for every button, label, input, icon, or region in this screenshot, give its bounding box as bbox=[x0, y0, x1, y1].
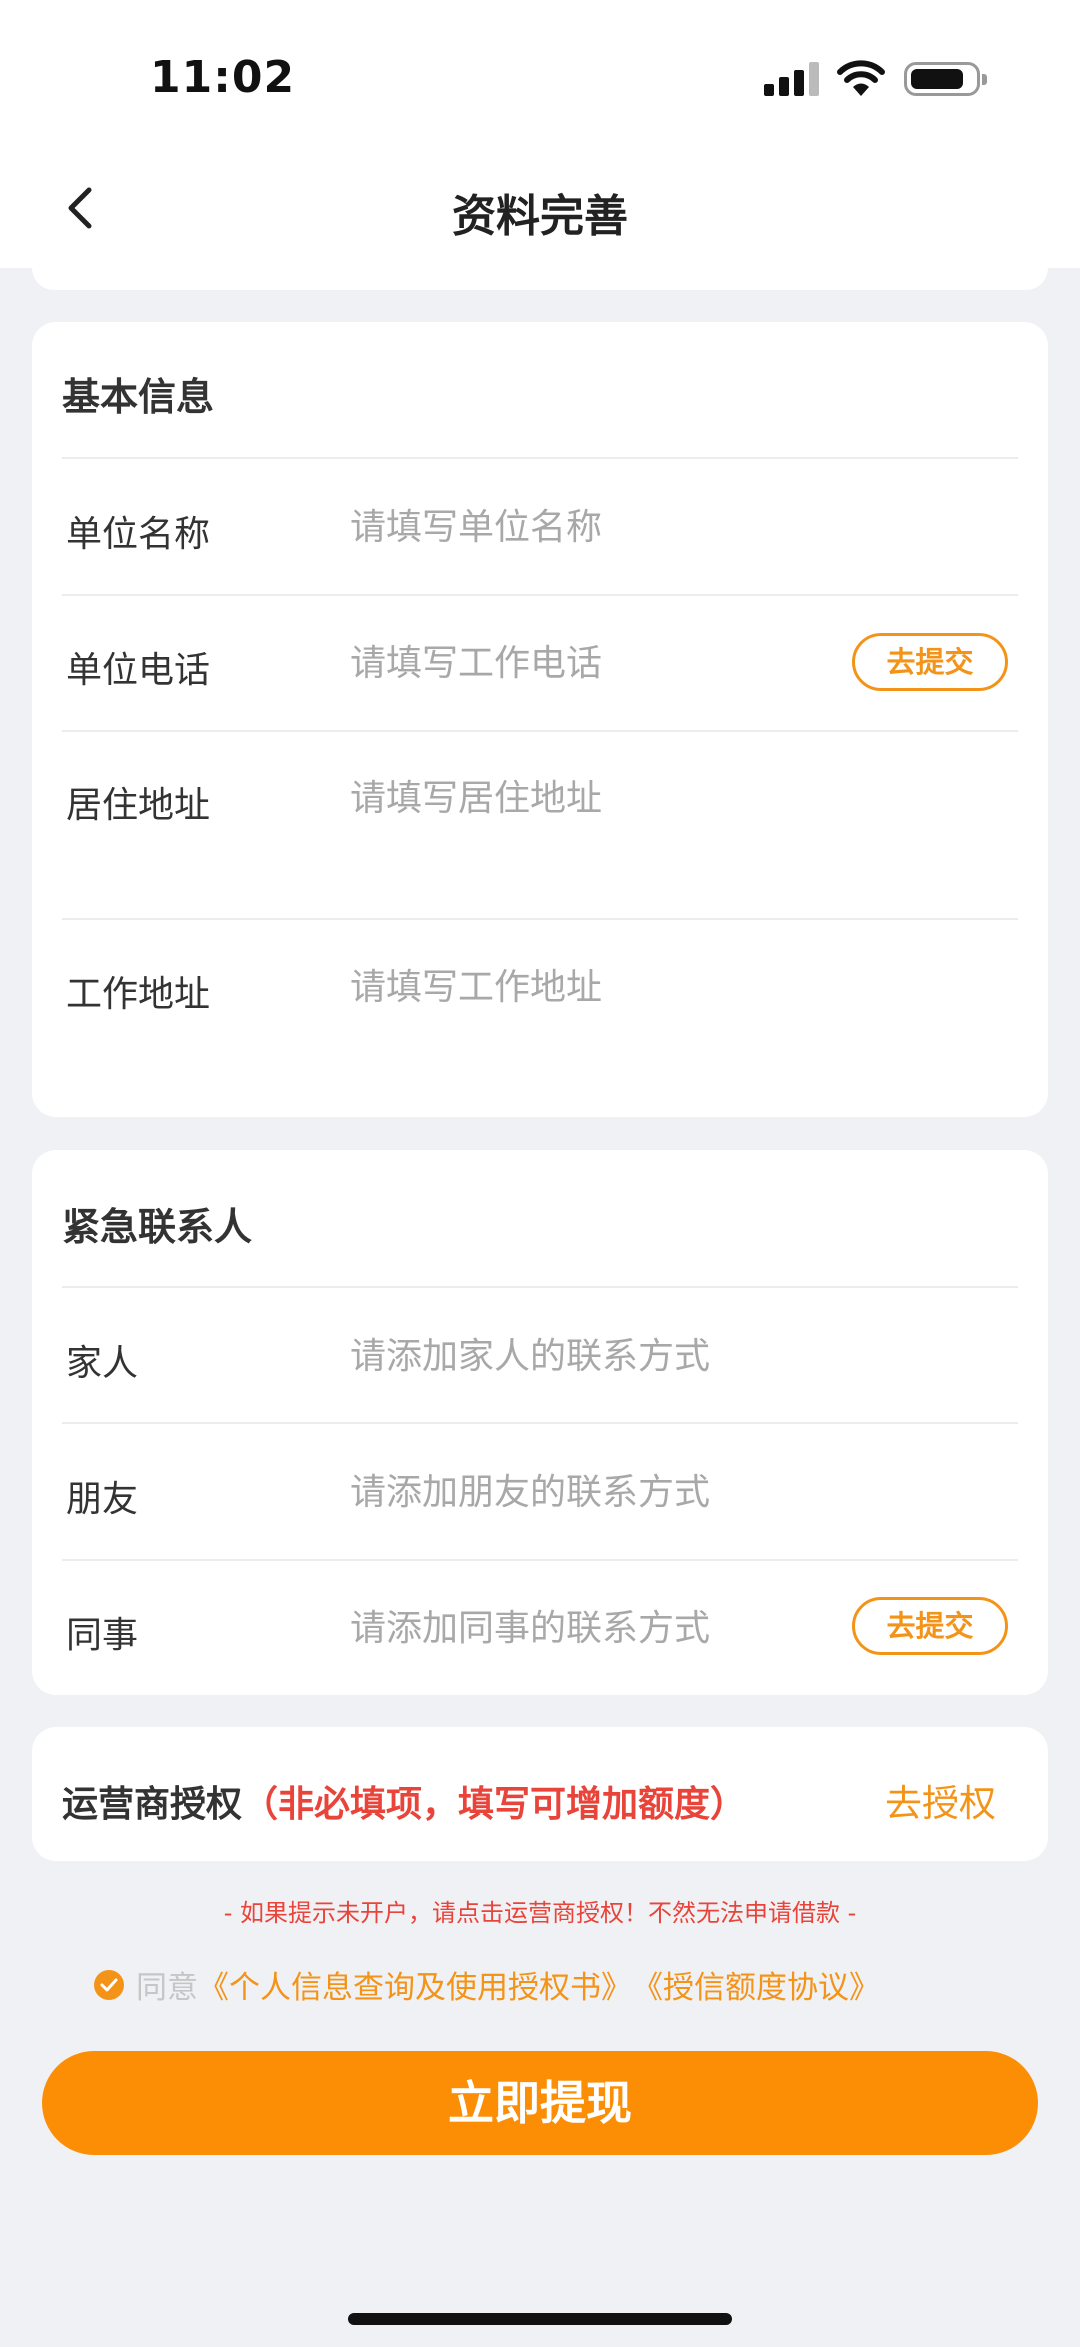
privacy-authorization-link[interactable]: 《个人信息查询及使用授权书》 bbox=[198, 1962, 632, 2007]
carrier-auth-label: 运营商授权 bbox=[62, 1784, 243, 1825]
nav-bar: 资料完善 bbox=[0, 150, 1080, 268]
home-address-input[interactable] bbox=[350, 776, 830, 820]
divider bbox=[62, 457, 1018, 459]
wifi-icon bbox=[837, 60, 885, 96]
status-bar: 11:02 bbox=[0, 0, 1080, 150]
status-time: 11:02 bbox=[150, 52, 296, 103]
family-contact-label: 家人 bbox=[66, 1343, 139, 1384]
carrier-auth-note: （非必填项，填写可增加额度） bbox=[242, 1784, 747, 1825]
company-phone-input[interactable] bbox=[350, 641, 830, 685]
colleague-contact-input[interactable] bbox=[350, 1606, 830, 1650]
home-indicator bbox=[348, 2313, 732, 2325]
divider bbox=[62, 730, 1018, 732]
cellular-signal-icon bbox=[764, 62, 822, 96]
divider bbox=[62, 1286, 1018, 1288]
warning-notice: - 如果提示未开户，请点击运营商授权！不然无法申请借款 - bbox=[223, 1899, 857, 1927]
basic-info-card: 基本信息 单位名称 单位电话 去提交 居住地址 工作地址 bbox=[32, 322, 1048, 1117]
agreement-checkbox[interactable] bbox=[94, 1969, 124, 2000]
carrier-auth-title: 运营商授权（非必填项，填写可增加额度） bbox=[62, 1775, 746, 1827]
divider bbox=[62, 594, 1018, 596]
battery-icon bbox=[904, 62, 987, 96]
divider bbox=[62, 1422, 1018, 1424]
authorize-carrier-link[interactable]: 去授权 bbox=[885, 1773, 996, 1827]
carrier-auth-card[interactable]: 运营商授权（非必填项，填写可增加额度） 去授权 bbox=[32, 1727, 1048, 1861]
header-card-edge bbox=[32, 268, 1048, 290]
agreement-row: 同意 《个人信息查询及使用授权书》 《授信额度协议》 bbox=[94, 1962, 880, 2007]
withdraw-now-button[interactable]: 立即提现 bbox=[42, 2051, 1038, 2155]
divider bbox=[62, 918, 1018, 920]
submit-company-phone-button[interactable]: 去提交 bbox=[852, 633, 1008, 691]
colleague-contact-label: 同事 bbox=[66, 1615, 139, 1656]
agreement-prefix: 同意 bbox=[136, 1970, 198, 2006]
emergency-contacts-title: 紧急联系人 bbox=[62, 1205, 253, 1249]
friend-contact-input[interactable] bbox=[350, 1470, 830, 1514]
company-name-input[interactable] bbox=[350, 505, 830, 549]
checkmark-icon bbox=[100, 1978, 118, 1991]
family-contact-input[interactable] bbox=[350, 1334, 830, 1378]
work-address-label: 工作地址 bbox=[66, 974, 211, 1015]
friend-contact-label: 朋友 bbox=[66, 1479, 139, 1520]
basic-info-title: 基本信息 bbox=[62, 375, 215, 419]
company-phone-label: 单位电话 bbox=[66, 650, 211, 691]
work-address-input[interactable] bbox=[350, 965, 830, 1009]
divider bbox=[62, 1559, 1018, 1561]
company-name-label: 单位名称 bbox=[66, 514, 211, 555]
home-address-label: 居住地址 bbox=[66, 785, 211, 826]
page-title: 资料完善 bbox=[452, 191, 628, 242]
submit-colleague-contact-button[interactable]: 去提交 bbox=[852, 1597, 1008, 1655]
credit-agreement-link[interactable]: 《授信额度协议》 bbox=[632, 1962, 880, 2007]
emergency-contacts-card: 紧急联系人 家人 朋友 同事 去提交 bbox=[32, 1150, 1048, 1695]
